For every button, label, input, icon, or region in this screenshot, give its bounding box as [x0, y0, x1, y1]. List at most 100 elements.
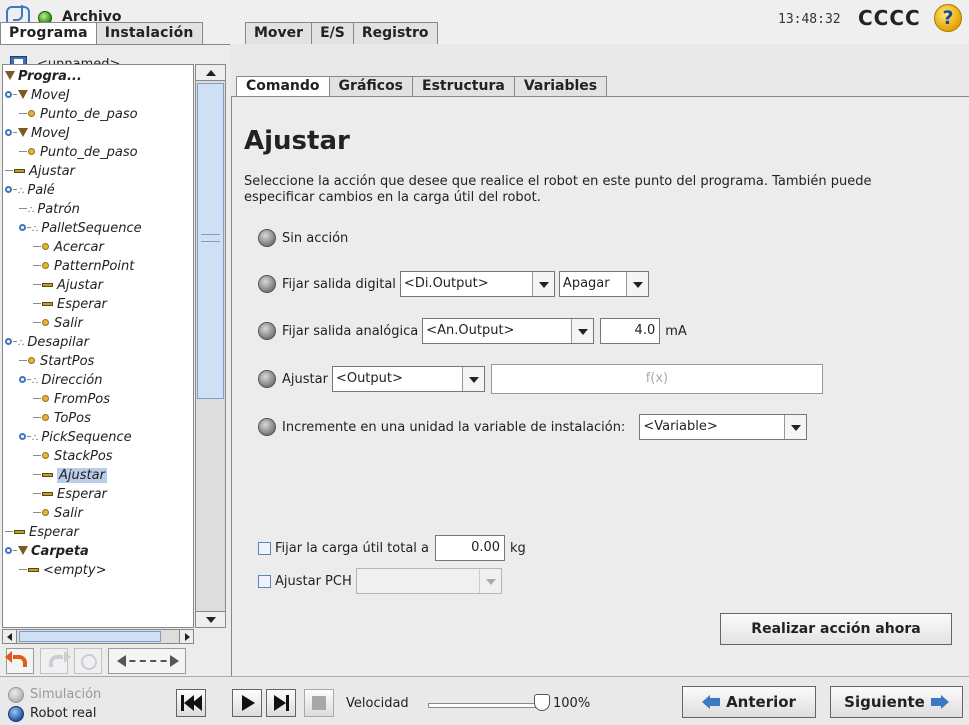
tree-node[interactable]: Punto_de_paso: [19, 143, 138, 162]
option-no-action[interactable]: Sin acción: [258, 225, 348, 251]
redo-button[interactable]: [40, 648, 71, 674]
tree-node[interactable]: MoveJ: [5, 86, 70, 105]
radio-analog-output[interactable]: [258, 322, 276, 340]
tree-node[interactable]: Acercar: [33, 238, 104, 257]
variable-select[interactable]: <Variable>: [639, 414, 808, 440]
tcp-row: Ajustar PCH: [258, 568, 502, 594]
tree-node[interactable]: Progra...: [5, 67, 82, 86]
tab-comando[interactable]: Comando: [236, 76, 330, 97]
tree-node[interactable]: ToPos: [33, 409, 91, 428]
payload-input[interactable]: 0.00: [435, 535, 506, 561]
speed-slider[interactable]: [428, 703, 542, 708]
radio-no-action[interactable]: [258, 229, 276, 247]
tab-registro[interactable]: Registro: [352, 22, 438, 44]
tab-es[interactable]: E/S: [311, 22, 354, 44]
option-set-expression[interactable]: Ajustar <Output> f(x): [258, 364, 823, 394]
tree-node[interactable]: Carpeta: [5, 542, 89, 561]
simulation-radio-icon: [8, 686, 24, 703]
radio-set-expression[interactable]: [258, 370, 276, 388]
tree-node[interactable]: Ajustar: [5, 162, 75, 181]
suppress-node-button[interactable]: [74, 648, 102, 674]
help-icon[interactable]: ?: [934, 4, 962, 32]
radio-increment-variable[interactable]: [258, 418, 276, 436]
node-connector-icon[interactable]: [5, 129, 12, 136]
tree-node[interactable]: Punto_de_paso: [19, 105, 138, 124]
speed-slider-handle[interactable]: [534, 694, 550, 711]
node-connector-icon[interactable]: [19, 433, 26, 440]
node-connector-icon[interactable]: [5, 547, 12, 554]
tree-line: [27, 379, 31, 380]
analog-output-select[interactable]: <An.Output>: [422, 318, 595, 344]
analog-value-input[interactable]: 4.0: [600, 318, 661, 344]
waypoint-dot-icon: [42, 414, 49, 421]
tree-node[interactable]: <empty>: [19, 561, 107, 580]
stop-button[interactable]: [304, 689, 334, 717]
tree-node[interactable]: ∴ Desapilar: [5, 333, 89, 352]
tab-estructura[interactable]: Estructura: [412, 76, 515, 97]
tree-horizontal-scrollbar[interactable]: [2, 629, 194, 644]
expression-field[interactable]: f(x): [490, 364, 823, 394]
tree-node[interactable]: PatternPoint: [33, 257, 134, 276]
skip-back-button[interactable]: [176, 689, 206, 717]
tree-node[interactable]: Esperar: [33, 485, 107, 504]
tab-instalacion[interactable]: Instalación: [95, 22, 203, 44]
tree-line: [5, 170, 13, 171]
radio-digital-output[interactable]: [258, 275, 276, 293]
tree-node[interactable]: Salir: [33, 314, 83, 333]
pallet-icon: ∴: [32, 224, 39, 235]
scroll-up-arrow-icon[interactable]: [196, 65, 225, 81]
tree-node[interactable]: MoveJ: [5, 124, 70, 143]
tree-node[interactable]: StartPos: [19, 352, 94, 371]
tree-node[interactable]: Esperar: [33, 295, 107, 314]
payload-checkbox[interactable]: [258, 541, 271, 555]
perform-action-now-button[interactable]: Realizar acción ahora: [720, 613, 952, 645]
step-forward-icon: [267, 690, 295, 716]
node-connector-icon[interactable]: [19, 376, 26, 383]
tab-programa[interactable]: Programa: [0, 22, 97, 45]
tcp-checkbox[interactable]: [258, 574, 271, 588]
tree-line: [19, 360, 27, 361]
node-connector-icon[interactable]: [5, 91, 12, 98]
tree-line: [19, 208, 27, 209]
tree-node[interactable]: Salir: [33, 504, 83, 523]
tree-node[interactable]: ∴ Patrón: [19, 200, 80, 219]
tree-line: [19, 151, 27, 152]
tree-vertical-scrollbar[interactable]: [195, 64, 226, 628]
node-connector-icon[interactable]: [5, 338, 12, 345]
tree-node[interactable]: ∴ Palé: [5, 181, 55, 200]
simulation-mode[interactable]: Simulación: [8, 685, 101, 704]
node-connector-icon[interactable]: [5, 186, 12, 193]
tab-variables[interactable]: Variables: [513, 76, 608, 97]
scroll-right-arrow-icon[interactable]: [179, 630, 193, 643]
node-connector-icon[interactable]: [19, 224, 26, 231]
tree-node[interactable]: ∴ PickSequence: [19, 428, 132, 447]
expand-tree-button[interactable]: [108, 648, 186, 674]
digital-state-select[interactable]: Apagar: [558, 271, 649, 297]
tree-node[interactable]: Esperar: [5, 523, 79, 542]
tree-line: [33, 398, 41, 399]
tab-graficos[interactable]: Gráficos: [328, 76, 414, 97]
tree-node[interactable]: FromPos: [33, 390, 110, 409]
option-increment-variable[interactable]: Incremente en una unidad la variable de …: [258, 414, 808, 440]
tree-node[interactable]: ∴ Dirección: [19, 371, 102, 390]
set-output-select[interactable]: <Output>: [331, 366, 485, 392]
tree-node[interactable]: ∴ PalletSequence: [19, 219, 142, 238]
option-digital-output[interactable]: Fijar salida digital <Di.Output> Apagar: [258, 271, 649, 297]
scrollbar-thumb-horizontal[interactable]: [19, 631, 161, 642]
tcp-select[interactable]: [355, 568, 502, 594]
tab-mover[interactable]: Mover: [245, 22, 313, 44]
tree-node[interactable]: Ajustar: [33, 276, 103, 295]
play-button[interactable]: [232, 689, 262, 717]
digital-output-select[interactable]: <Di.Output>: [399, 271, 555, 297]
scrollbar-thumb[interactable]: [197, 83, 224, 399]
real-robot-mode[interactable]: Robot real: [8, 704, 101, 723]
next-button[interactable]: Siguiente: [830, 686, 963, 718]
option-analog-output[interactable]: Fijar salida analógica <An.Output> 4.0 m…: [258, 318, 687, 344]
tree-node[interactable]: Ajustar: [33, 466, 107, 485]
scroll-down-arrow-icon[interactable]: [196, 611, 225, 627]
back-button[interactable]: Anterior: [682, 686, 816, 718]
tree-node[interactable]: StackPos: [33, 447, 113, 466]
step-button[interactable]: [266, 689, 296, 717]
scroll-left-arrow-icon[interactable]: [3, 630, 17, 643]
undo-button[interactable]: [5, 648, 34, 674]
